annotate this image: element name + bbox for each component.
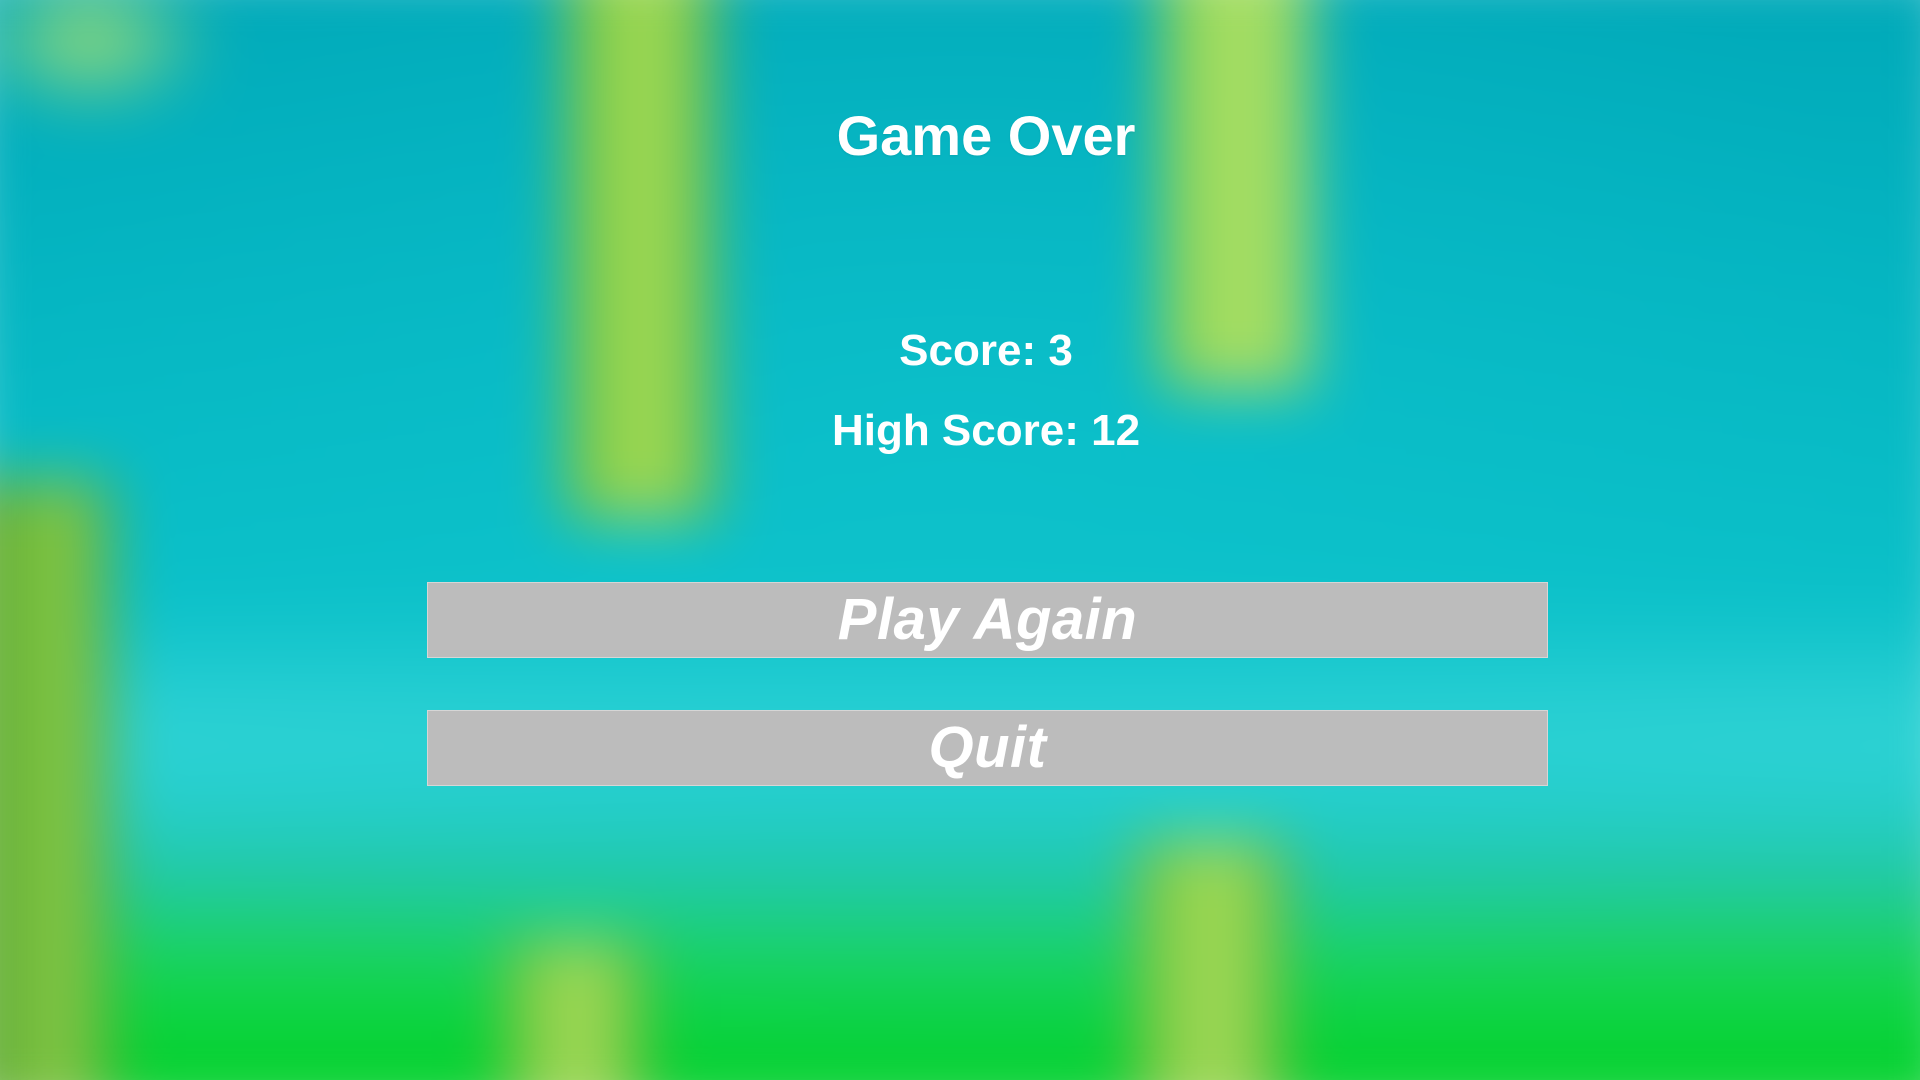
score-value: 3	[1048, 326, 1073, 375]
score-display: Score: 3	[0, 324, 1920, 378]
high-score-value: 12	[1091, 406, 1141, 455]
play-again-label: Play Again	[837, 587, 1138, 652]
play-again-button[interactable]: Play Again	[427, 582, 1548, 658]
game-over-title: Game Over	[836, 104, 1136, 167]
high-score-label: High Score:	[831, 406, 1079, 455]
game-viewport: Game Over Score: 3 High Score: 12 Play A…	[0, 0, 1920, 1080]
score-label: Score:	[899, 326, 1037, 375]
quit-button[interactable]: Quit	[427, 710, 1548, 786]
high-score-display: High Score: 12	[0, 404, 1920, 458]
game-over-menu: Game Over Score: 3 High Score: 12 Play A…	[0, 0, 1920, 1080]
quit-label: Quit	[928, 715, 1047, 780]
